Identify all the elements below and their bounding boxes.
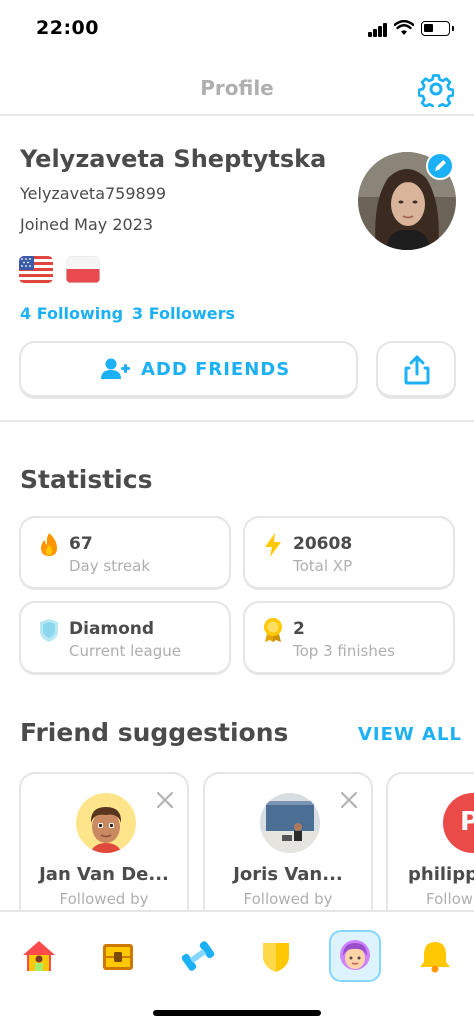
stat-card-top3: 2 Top 3 finishes: [243, 601, 455, 675]
header: Profile: [0, 60, 474, 116]
section-divider: [0, 420, 474, 422]
suggestion-subtitle: Followed by: [59, 890, 149, 908]
profile-icon: [340, 940, 370, 970]
page-title: Profile: [200, 76, 274, 100]
stat-card-streak: 67 Day streak: [19, 516, 231, 590]
tab-leagues[interactable]: [250, 930, 302, 982]
dumbbell-icon: [181, 941, 215, 971]
stat-card-xp: 20608 Total XP: [243, 516, 455, 590]
share-icon: [404, 355, 430, 385]
suggestion-subtitle: Follow: [426, 890, 474, 908]
suggestion-name: Joris Van...: [233, 864, 343, 885]
stat-value: Diamond: [69, 619, 155, 639]
profile-username: Yelyzaveta759899: [20, 184, 167, 203]
share-button[interactable]: [376, 341, 456, 399]
us-flag-icon[interactable]: [19, 256, 53, 283]
avatar: [260, 793, 320, 853]
tab-notifications[interactable]: [409, 930, 461, 982]
followers-link[interactable]: 3 Followers: [132, 304, 235, 323]
shield-icon: [263, 943, 289, 972]
treasure-chest-icon: [103, 944, 133, 970]
profile-joined-date: Joined May 2023: [20, 215, 154, 234]
suggestion-name: philipp: [408, 864, 474, 885]
suggestion-card[interactable]: P philipp Follow: [386, 772, 474, 922]
suggestion-card[interactable]: Joris Van... Followed by: [203, 772, 373, 922]
add-friends-button[interactable]: ADD FRIENDS: [19, 341, 358, 399]
diamond-league-icon: [40, 619, 58, 642]
signal-icon: [368, 23, 388, 37]
stat-label: Day streak: [69, 557, 151, 575]
suggestion-card[interactable]: Jan Van De... Followed by: [19, 772, 189, 922]
stat-value: 67: [69, 534, 93, 554]
edit-avatar-button[interactable]: [426, 152, 454, 180]
gear-icon[interactable]: [418, 71, 454, 107]
view-all-link[interactable]: VIEW ALL: [358, 724, 462, 745]
battery-icon: [421, 21, 454, 36]
tab-profile[interactable]: [329, 930, 381, 982]
friend-suggestions-title: Friend suggestions: [20, 718, 289, 747]
tab-bar: [0, 910, 474, 1025]
stat-label: Total XP: [293, 557, 353, 575]
bell-icon: [420, 942, 450, 973]
tab-home[interactable]: [13, 930, 65, 982]
profile-name: Yelyzaveta Sheptytska: [20, 145, 327, 173]
stat-label: Top 3 finishes: [293, 642, 395, 660]
status-time: 22:00: [36, 17, 99, 39]
avatar: P: [443, 793, 474, 853]
add-friends-label: ADD FRIENDS: [141, 359, 291, 380]
add-user-icon: [101, 358, 130, 379]
lightning-icon: [265, 533, 281, 557]
home-indicator: [153, 1010, 321, 1016]
stat-label: Current league: [69, 642, 181, 660]
suggestion-subtitle: Followed by: [243, 890, 333, 908]
close-icon[interactable]: [339, 790, 359, 810]
suggestion-name: Jan Van De...: [39, 864, 169, 885]
status-bar: 22:00: [0, 0, 474, 58]
avatar: [76, 793, 136, 853]
tab-chest[interactable]: [92, 930, 144, 982]
following-link[interactable]: 4 Following: [20, 304, 123, 323]
stat-card-league: Diamond Current league: [19, 601, 231, 675]
home-icon: [23, 941, 55, 971]
tab-practice[interactable]: [172, 930, 224, 982]
avatar-initial: P: [460, 807, 474, 837]
medal-icon: [264, 618, 282, 642]
pencil-icon: [435, 160, 446, 171]
statistics-title: Statistics: [20, 465, 153, 494]
wifi-icon: [394, 20, 414, 35]
pl-flag-icon[interactable]: [66, 256, 100, 283]
stat-value: 2: [293, 619, 305, 639]
close-icon[interactable]: [155, 790, 175, 810]
stat-value: 20608: [293, 534, 353, 554]
fire-icon: [41, 533, 57, 556]
